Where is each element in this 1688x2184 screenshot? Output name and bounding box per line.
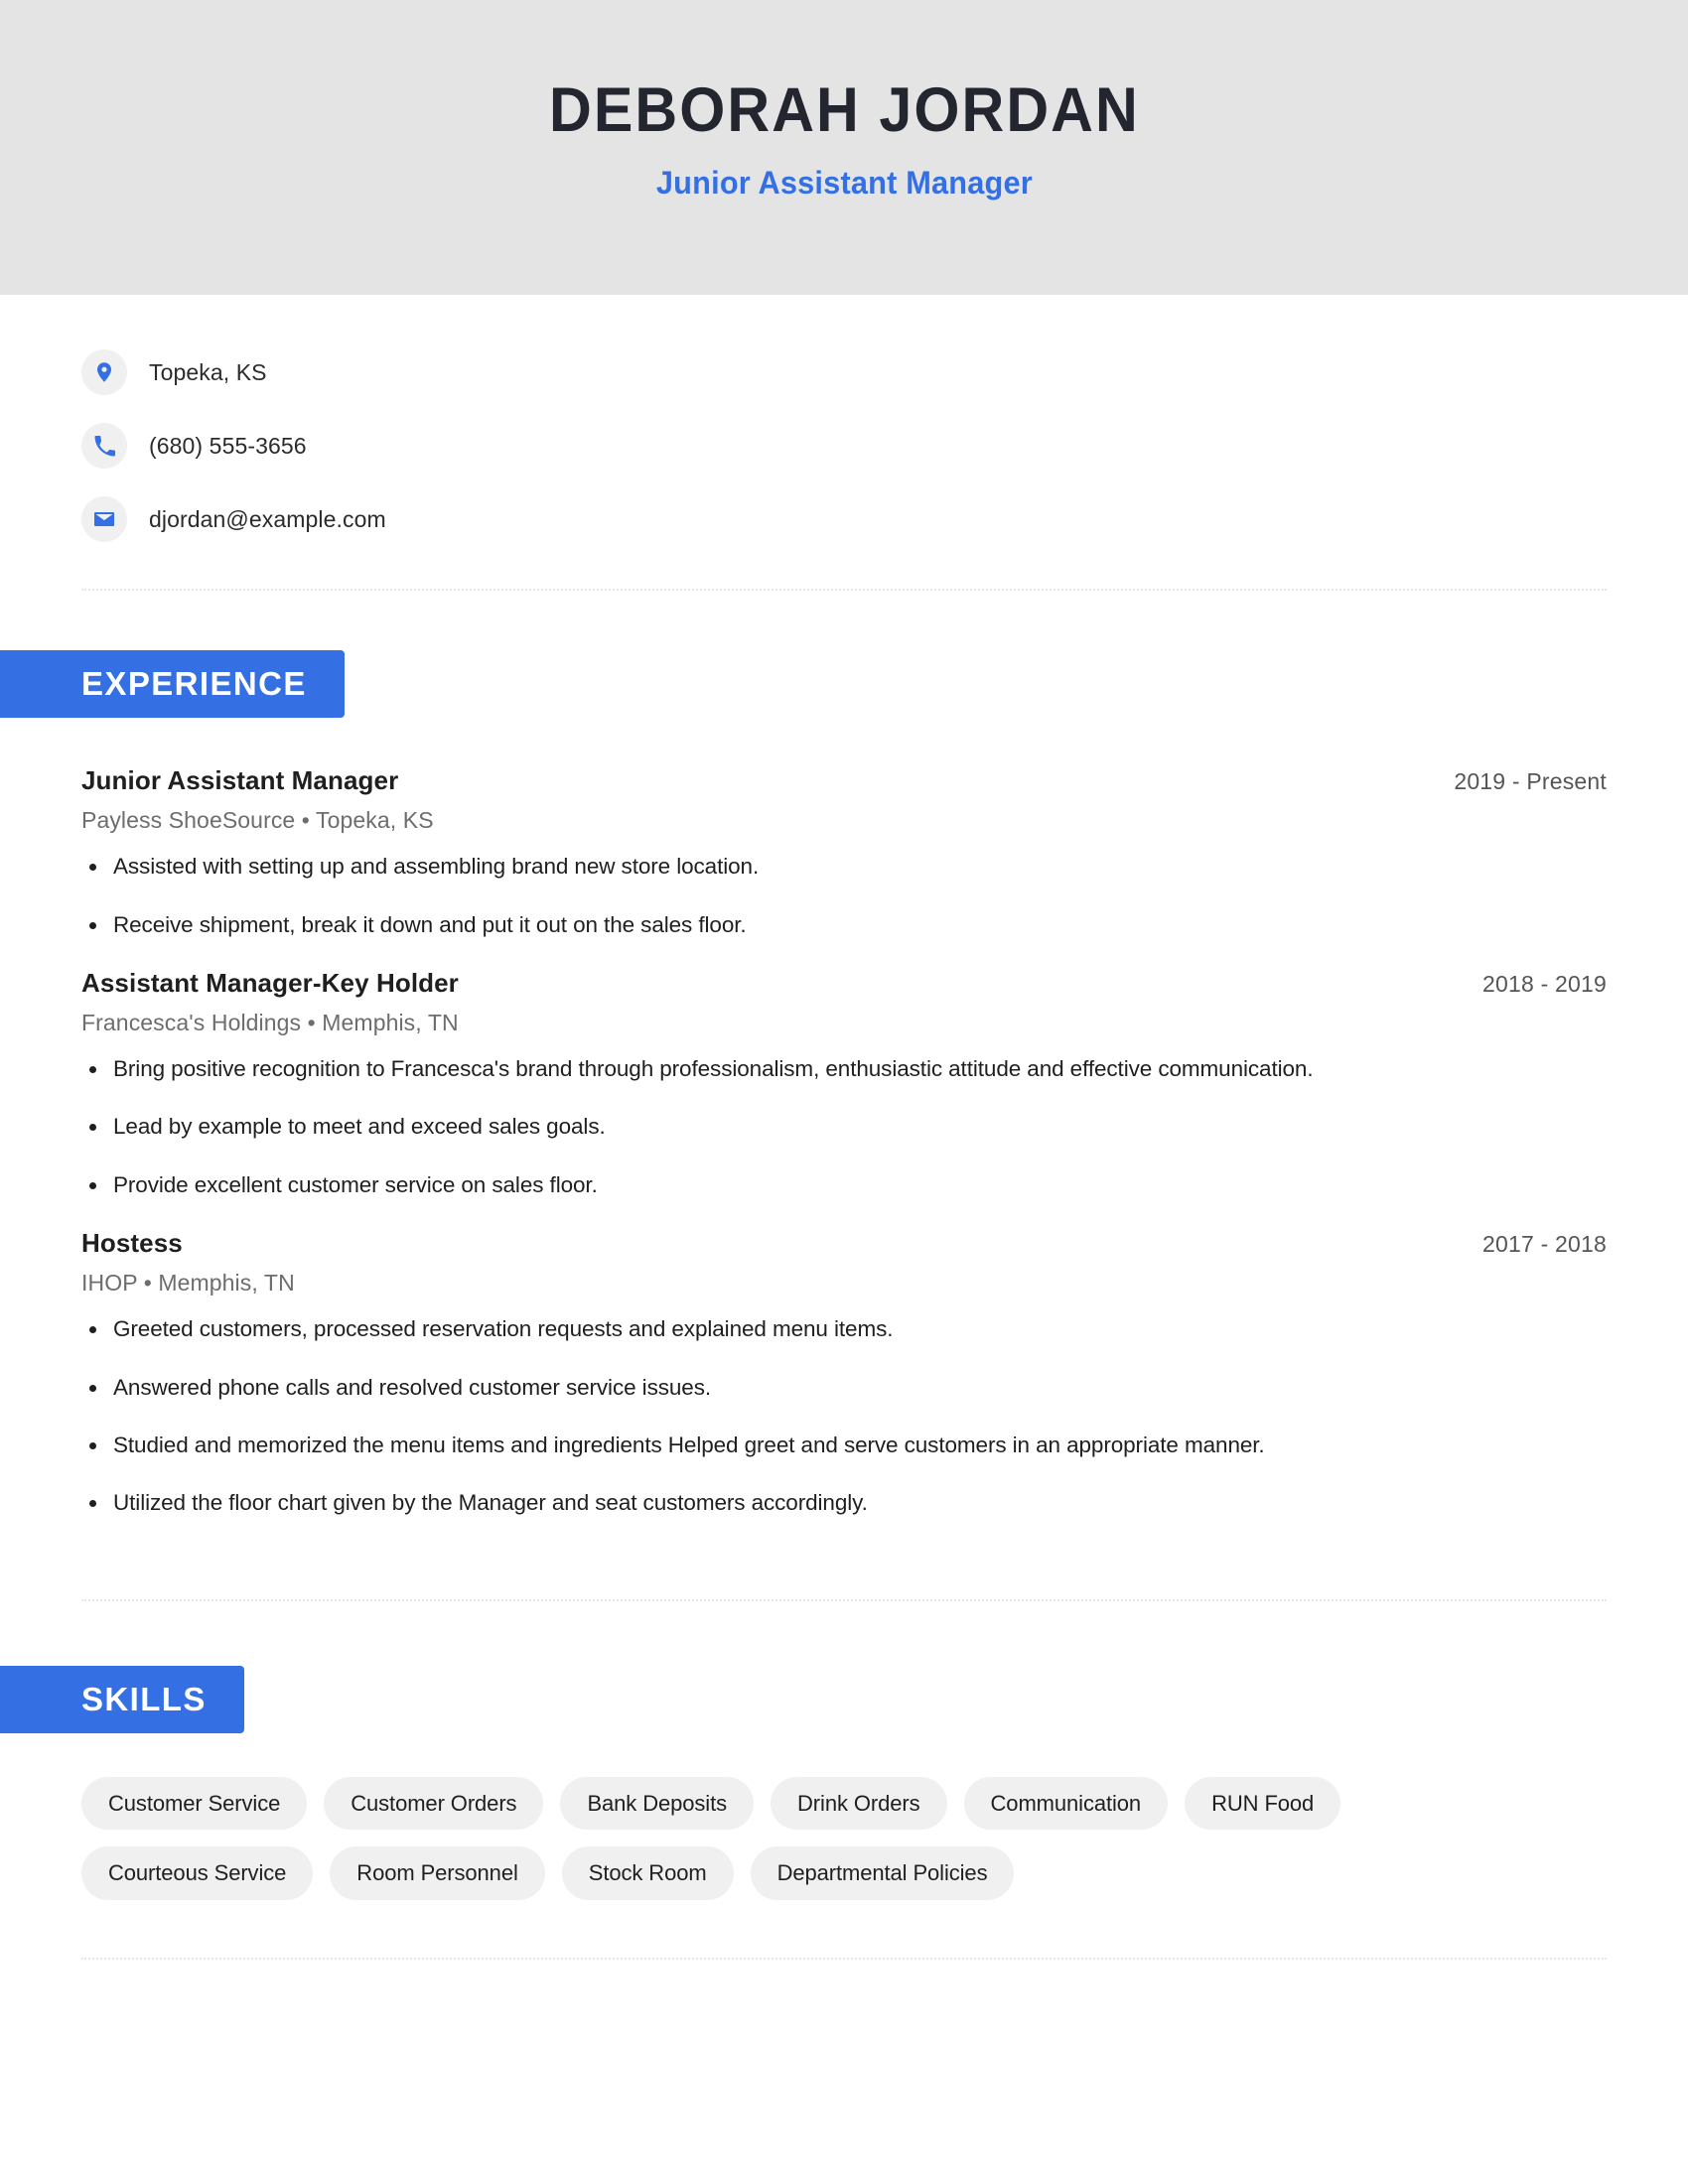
skill-pill: Room Personnel xyxy=(330,1846,545,1900)
experience-bullet: Greeted customers, processed reservation… xyxy=(81,1314,1607,1344)
experience-entry: Hostess 2017 - 2018 IHOP • Memphis, TN G… xyxy=(81,1228,1607,1519)
candidate-job-title: Junior Assistant Manager xyxy=(655,165,1033,202)
experience-entry-header: Hostess 2017 - 2018 xyxy=(81,1228,1607,1259)
experience-date-range: 2019 - Present xyxy=(1454,768,1607,795)
skill-pill: Stock Room xyxy=(561,1846,734,1900)
phone-icon xyxy=(81,423,127,469)
experience-bullet: Assisted with setting up and assembling … xyxy=(81,852,1607,882)
resume-body: Topeka, KS (680) 555-3656 djordan@exampl… xyxy=(0,295,1688,1960)
email-envelope-icon xyxy=(81,496,127,542)
experience-bullet: Bring positive recognition to Francesca'… xyxy=(81,1054,1607,1084)
contact-section: Topeka, KS (680) 555-3656 djordan@exampl… xyxy=(81,295,1607,549)
contact-item-location: Topeka, KS xyxy=(81,342,1607,402)
experience-bullet: Studied and memorized the menu items and… xyxy=(81,1431,1607,1460)
spacer-before-bottom-divider xyxy=(81,1900,1607,1958)
skill-pill: Courteous Service xyxy=(81,1846,314,1900)
experience-date-range: 2018 - 2019 xyxy=(1482,971,1607,998)
page-title: DEBORAH JORDAN xyxy=(548,74,1140,145)
contact-item-phone: (680) 555-3656 xyxy=(81,416,1607,476)
experience-company-location: Payless ShoeSource • Topeka, KS xyxy=(81,807,434,834)
skills-banner-wrap: SKILLS xyxy=(0,1665,1688,1733)
contact-location-text: Topeka, KS xyxy=(149,358,267,385)
experience-bullet-list: Bring positive recognition to Francesca'… xyxy=(81,1054,1607,1200)
experience-entry-header: Junior Assistant Manager 2019 - Present xyxy=(81,765,1607,796)
skill-pill: Drink Orders xyxy=(771,1776,947,1831)
skill-pill: Customer Orders xyxy=(324,1776,544,1831)
section-heading-experience: EXPERIENCE xyxy=(0,650,345,719)
skill-pill: RUN Food xyxy=(1185,1776,1341,1831)
experience-entry: Assistant Manager-Key Holder 2018 - 2019… xyxy=(81,968,1607,1200)
experience-role-title: Assistant Manager-Key Holder xyxy=(81,968,459,999)
experience-bullet: Receive shipment, break it down and put … xyxy=(81,910,1607,940)
resume-header: DEBORAH JORDAN Junior Assistant Manager xyxy=(0,0,1688,295)
experience-bullet-list: Greeted customers, processed reservation… xyxy=(81,1314,1607,1519)
contact-phone-text: (680) 555-3656 xyxy=(149,432,307,459)
skill-pill: Customer Service xyxy=(81,1776,308,1831)
experience-bullet: Lead by example to meet and exceed sales… xyxy=(81,1112,1607,1142)
spacer-before-skills xyxy=(81,1601,1607,1666)
experience-bullet-list: Assisted with setting up and assembling … xyxy=(81,852,1607,940)
divider-after-skills xyxy=(81,1957,1607,1960)
experience-company-location: IHOP • Memphis, TN xyxy=(81,1270,295,1297)
experience-role-title: Hostess xyxy=(81,1228,183,1259)
skill-pill: Bank Deposits xyxy=(560,1776,755,1831)
skills-list: Customer Service Customer Orders Bank De… xyxy=(81,1776,1581,1900)
experience-bullet: Answered phone calls and resolved custom… xyxy=(81,1373,1607,1403)
experience-bullet: Utilized the floor chart given by the Ma… xyxy=(81,1488,1607,1518)
experience-role-title: Junior Assistant Manager xyxy=(81,765,399,796)
location-pin-icon xyxy=(81,349,127,395)
spacer-before-divider xyxy=(81,1547,1607,1599)
section-heading-skills: SKILLS xyxy=(0,1665,244,1733)
spacer-before-experience xyxy=(81,591,1607,650)
spacer-after-experience-banner xyxy=(81,718,1607,761)
skill-pill: Departmental Policies xyxy=(750,1846,1015,1900)
experience-banner-wrap: EXPERIENCE xyxy=(0,650,1688,719)
experience-company-location: Francesca's Holdings • Memphis, TN xyxy=(81,1010,459,1036)
contact-item-email: djordan@example.com xyxy=(81,489,1607,549)
contact-email-text: djordan@example.com xyxy=(149,505,386,532)
experience-entry: Junior Assistant Manager 2019 - Present … xyxy=(81,765,1607,940)
skill-pill: Communication xyxy=(963,1776,1169,1831)
experience-bullet: Provide excellent customer service on sa… xyxy=(81,1170,1607,1200)
experience-entry-header: Assistant Manager-Key Holder 2018 - 2019 xyxy=(81,968,1607,999)
experience-date-range: 2017 - 2018 xyxy=(1482,1231,1607,1258)
